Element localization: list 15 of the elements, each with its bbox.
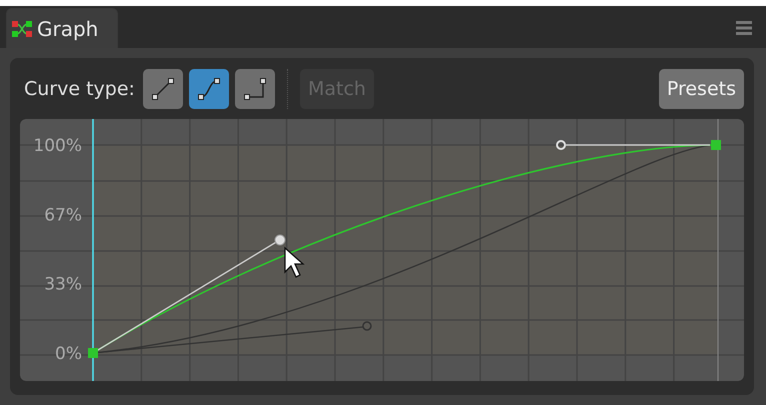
- bezier-handle[interactable]: [556, 140, 710, 150]
- curve-type-label: Curve type:: [24, 78, 135, 100]
- curve-graph[interactable]: 100% 67% 33% 0%: [20, 119, 744, 381]
- mouse-cursor-icon: [284, 246, 305, 278]
- graph-tab[interactable]: Graph: [6, 8, 118, 48]
- axis-label: 67%: [44, 205, 82, 226]
- axis-label: 33%: [44, 274, 82, 295]
- menu-icon[interactable]: [736, 21, 752, 35]
- axis-label: 100%: [33, 136, 82, 156]
- curve-nodes-icon: [11, 20, 33, 38]
- axis-label: 0%: [55, 344, 82, 364]
- curve-type-button[interactable]: [188, 69, 229, 109]
- curve-type-button[interactable]: [234, 69, 275, 109]
- curve-type-button[interactable]: [142, 69, 183, 109]
- presets-button[interactable]: Presets: [658, 69, 744, 109]
